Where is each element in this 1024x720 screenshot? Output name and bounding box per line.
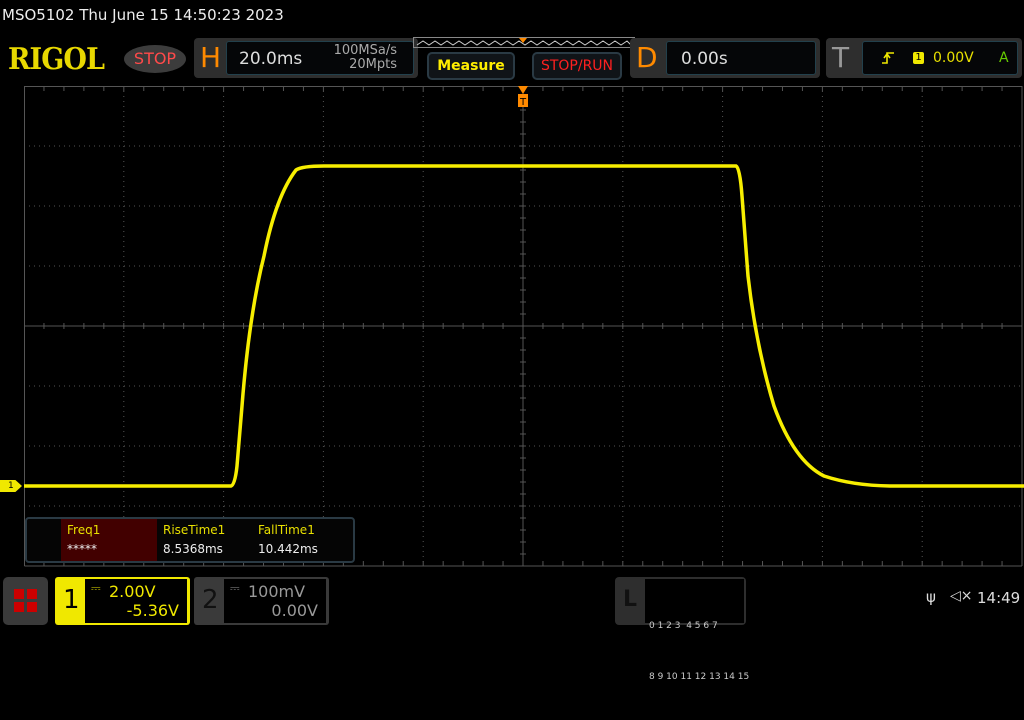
stop-run-button[interactable]: STOP/RUN — [532, 52, 622, 80]
trigger-level: 0.00V — [933, 50, 974, 66]
dc-coupling-icon: ⎓ — [230, 581, 240, 595]
memory-depth: 20Mpts — [349, 57, 397, 72]
sample-rate: 100MSa/s — [333, 43, 397, 58]
channel-1-panel[interactable]: 1 ⎓ 2.00V -5.36V — [55, 577, 190, 625]
waveform-graticule: T — [24, 86, 1024, 567]
measurement-risetime1[interactable]: RiseTime1 8.5368ms — [157, 519, 252, 561]
horizontal-panel[interactable]: H 20.0ms 100MSa/s 20Mpts — [194, 38, 418, 78]
measurement-value: 8.5368ms — [163, 542, 223, 556]
grid-menu-icon — [14, 589, 37, 612]
svg-text:T: T — [519, 97, 527, 108]
channel-2-offset: 0.00V — [271, 601, 318, 620]
trigger-label: T — [832, 41, 850, 74]
rising-edge-icon — [882, 52, 894, 64]
logic-channels-row2: 8 9 10 11 12 13 14 15 — [649, 672, 750, 682]
measurement-panel: Freq1 ***** RiseTime1 8.5368ms FallTime1… — [25, 517, 355, 563]
timebase: 20.0ms — [239, 49, 303, 69]
channel-1-ground-marker[interactable]: 1 — [0, 480, 22, 492]
logic-channels-row1: 0 1 2 3 4 5 6 7 — [649, 621, 718, 631]
measurement-freq1[interactable]: Freq1 ***** — [61, 519, 157, 561]
measurement-name: RiseTime1 — [163, 523, 226, 537]
trigger-position-marker — [518, 86, 528, 94]
channel-2-panel[interactable]: 2 ⎓ 100mV 0.00V — [194, 577, 329, 625]
delay-value: 0.00s — [681, 49, 728, 69]
measurement-falltime1[interactable]: FallTime1 10.442ms — [252, 519, 347, 561]
logic-analyzer-panel[interactable]: L 0 1 2 3 4 5 6 7 8 9 10 11 12 13 14 15 — [615, 577, 749, 682]
measurement-value: 10.442ms — [258, 542, 318, 556]
clock: 14:49 — [977, 589, 1021, 607]
memory-waveform-overview — [413, 37, 635, 48]
measurement-name: Freq1 — [67, 523, 101, 537]
trigger-source-badge: 1 — [913, 52, 924, 64]
measurement-value: ***** — [67, 542, 97, 556]
channel-1-number: 1 — [63, 585, 80, 615]
trigger-panel[interactable]: T 1 0.00V A — [826, 38, 1022, 78]
dc-coupling-icon: ⎓ — [91, 581, 101, 595]
logic-label: L — [623, 587, 638, 612]
rigol-logo: RIGOL — [8, 42, 105, 77]
channel-2-number: 2 — [202, 585, 219, 615]
trigger-mode: A — [999, 50, 1009, 66]
channel-2-scale: 100mV — [248, 582, 306, 601]
usb-icon: ψ — [926, 588, 936, 606]
channel-1-offset: -5.36V — [126, 601, 179, 620]
delay-label: D — [636, 41, 658, 74]
measurement-name: FallTime1 — [258, 523, 315, 537]
window-title: MSO5102 Thu June 15 14:50:23 2023 — [2, 6, 284, 24]
mute-icon[interactable]: ◁× — [950, 588, 973, 604]
measure-button[interactable]: Measure — [427, 52, 515, 80]
main-menu-button[interactable] — [3, 577, 48, 625]
horizontal-label: H — [200, 41, 222, 74]
delay-panel[interactable]: D 0.00s — [630, 38, 820, 78]
channel-1-scale: 2.00V — [109, 582, 156, 601]
run-state-badge[interactable]: STOP — [124, 45, 186, 73]
